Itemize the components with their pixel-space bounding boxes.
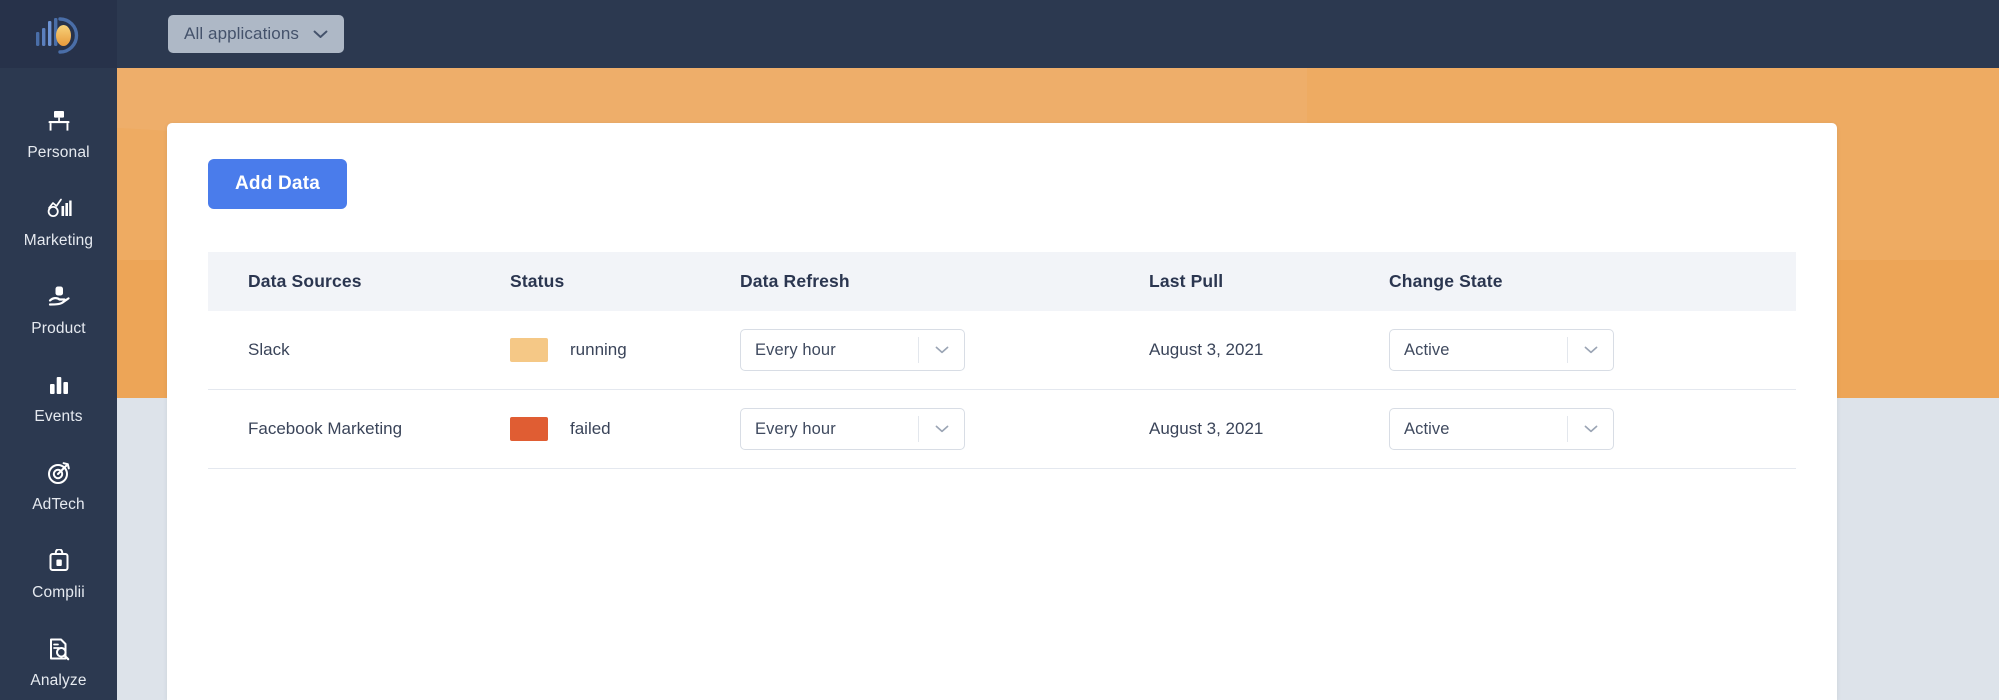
cell-data-refresh: Every hour bbox=[740, 311, 1149, 390]
data-sources-card: Add Data Data Sources Status Data Refres… bbox=[167, 123, 1837, 700]
column-header-status: Status bbox=[510, 252, 740, 311]
sidebar-item-label: Events bbox=[34, 408, 83, 426]
status-color-swatch bbox=[510, 417, 548, 441]
sidebar-item-product[interactable]: Product bbox=[0, 266, 117, 354]
top-bar: All applications bbox=[0, 0, 1999, 68]
table-header-row: Data Sources Status Data Refresh Last Pu… bbox=[208, 252, 1796, 311]
table-header: Data Sources Status Data Refresh Last Pu… bbox=[208, 252, 1796, 311]
sidebar-item-label: Analyze bbox=[30, 672, 87, 690]
data-sources-table: Data Sources Status Data Refresh Last Pu… bbox=[208, 252, 1796, 469]
column-header-last-pull: Last Pull bbox=[1149, 252, 1389, 311]
chevron-down-icon bbox=[918, 337, 964, 363]
sidebar-item-marketing[interactable]: Marketing bbox=[0, 178, 117, 266]
bar-chart-icon bbox=[46, 371, 72, 399]
status-label: running bbox=[570, 340, 627, 359]
cell-data-source: Facebook Marketing bbox=[208, 389, 510, 469]
marketing-chart-icon bbox=[46, 195, 72, 223]
sidebar-item-events[interactable]: Events bbox=[0, 354, 117, 442]
table-body: Slack running Every hour August 3, 2021 … bbox=[208, 311, 1796, 469]
status-color-swatch bbox=[510, 338, 548, 362]
table-row: Slack running Every hour August 3, 2021 … bbox=[208, 311, 1796, 390]
sidebar-item-label: Personal bbox=[27, 144, 90, 162]
chevron-down-icon bbox=[1567, 337, 1613, 363]
column-header-data-refresh: Data Refresh bbox=[740, 252, 1149, 311]
sidebar-item-complii[interactable]: Complii bbox=[0, 530, 117, 618]
chevron-down-icon bbox=[1567, 416, 1613, 442]
table-row: Facebook Marketing failed Every hour Aug… bbox=[208, 389, 1796, 469]
sidebar-item-analyze[interactable]: Analyze bbox=[0, 618, 117, 700]
lock-briefcase-icon bbox=[46, 547, 72, 575]
sidebar-item-personal[interactable]: Personal bbox=[0, 90, 117, 178]
sidebar-item-label: Product bbox=[31, 320, 86, 338]
brand-logo[interactable] bbox=[0, 0, 117, 68]
status-label: failed bbox=[570, 419, 611, 438]
data-refresh-dropdown[interactable]: Every hour bbox=[740, 408, 965, 450]
change-state-dropdown[interactable]: Active bbox=[1389, 329, 1614, 371]
product-hand-icon bbox=[46, 283, 72, 311]
sidebar-item-label: Complii bbox=[32, 584, 85, 602]
cell-data-source: Slack bbox=[208, 311, 510, 390]
sidebar: Personal Marketing Product Events AdTech… bbox=[0, 68, 117, 700]
cell-change-state: Active bbox=[1389, 389, 1796, 469]
cell-last-pull: August 3, 2021 bbox=[1149, 311, 1389, 390]
data-refresh-dropdown[interactable]: Every hour bbox=[740, 329, 965, 371]
cell-status: failed bbox=[510, 389, 740, 469]
sidebar-item-adtech[interactable]: AdTech bbox=[0, 442, 117, 530]
cell-change-state: Active bbox=[1389, 311, 1796, 390]
desk-icon bbox=[46, 107, 72, 135]
document-search-icon bbox=[46, 635, 72, 663]
app-root: All applications Personal Marketing Prod… bbox=[0, 0, 1999, 700]
change-state-dropdown[interactable]: Active bbox=[1389, 408, 1614, 450]
cell-data-refresh: Every hour bbox=[740, 389, 1149, 469]
sidebar-item-label: AdTech bbox=[32, 496, 85, 514]
data-refresh-value: Every hour bbox=[755, 419, 836, 438]
data-refresh-value: Every hour bbox=[755, 340, 836, 359]
sidebar-item-label: Marketing bbox=[23, 232, 94, 250]
target-icon bbox=[46, 459, 72, 487]
all-applications-label: All applications bbox=[184, 24, 299, 43]
column-header-data-sources: Data Sources bbox=[208, 252, 510, 311]
all-applications-dropdown[interactable]: All applications bbox=[168, 15, 344, 53]
cell-status: running bbox=[510, 311, 740, 390]
brand-logo-icon bbox=[35, 17, 78, 54]
chevron-down-icon bbox=[313, 30, 328, 38]
change-state-value: Active bbox=[1404, 419, 1450, 438]
column-header-change-state: Change State bbox=[1389, 252, 1796, 311]
cell-last-pull: August 3, 2021 bbox=[1149, 389, 1389, 469]
add-data-button[interactable]: Add Data bbox=[208, 159, 347, 209]
chevron-down-icon bbox=[918, 416, 964, 442]
change-state-value: Active bbox=[1404, 340, 1450, 359]
